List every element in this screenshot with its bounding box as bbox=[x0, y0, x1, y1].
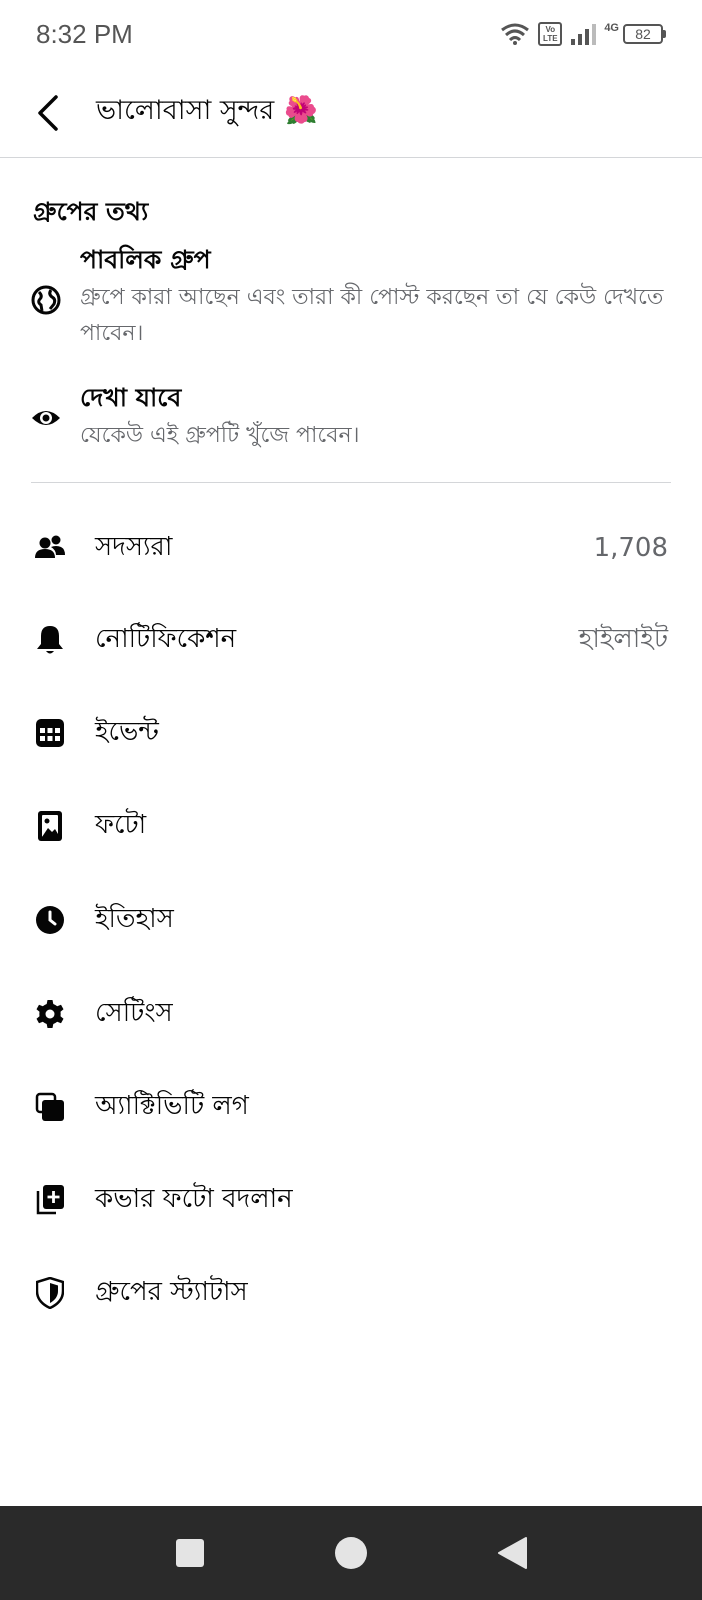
volte-icon: Vo LTE bbox=[538, 22, 563, 46]
menu-label-history: ইতিহাস bbox=[95, 904, 174, 934]
privacy-title: পাবলিক গ্রুপ bbox=[80, 245, 211, 274]
menu-label-photos: ফটো bbox=[95, 810, 147, 840]
square-icon bbox=[176, 1539, 205, 1567]
calendar-icon bbox=[34, 717, 66, 749]
signal-icon bbox=[571, 24, 597, 45]
system-back-button[interactable] bbox=[482, 1523, 542, 1583]
menu-item-change-cover-photo[interactable]: কভার ফটো বদলান bbox=[0, 1160, 702, 1240]
visibility-info: দেখা যাবে যেকেউ এই গ্রুপটি খুঁজে পাবেন। bbox=[0, 378, 702, 458]
status-icons: Vo LTE 4G 82 bbox=[500, 22, 666, 46]
clock-icon bbox=[34, 904, 66, 936]
network-type: 4G bbox=[604, 22, 619, 34]
menu-item-members[interactable]: সদস্যরা 1,708 bbox=[0, 508, 702, 588]
status-bar: 8:32 PM Vo LTE 4G 82 bbox=[0, 0, 702, 68]
notifications-setting: হাইলাইট bbox=[578, 624, 668, 654]
page-title: ভালোবাসা সুন্দর 🌺 bbox=[96, 95, 318, 126]
hibiscus-icon: 🌺 bbox=[284, 95, 318, 126]
privacy-info: পাবলিক গ্রুপ গ্রুপে কারা আছেন এবং তারা ক… bbox=[0, 240, 702, 350]
members-icon bbox=[34, 532, 66, 564]
menu-item-group-status[interactable]: গ্রুপের স্ট্যাটাস bbox=[0, 1253, 702, 1333]
circle-icon bbox=[334, 1537, 367, 1569]
divider bbox=[31, 482, 671, 483]
menu-label-activity-log: অ্যাক্টিভিটি লগ bbox=[95, 1091, 249, 1121]
wifi-icon bbox=[501, 23, 530, 45]
shield-icon bbox=[34, 1277, 66, 1309]
section-title-group-info: গ্রুপের তথ্য bbox=[33, 197, 149, 226]
visibility-title: দেখা যাবে bbox=[80, 383, 182, 412]
menu-item-activity-log[interactable]: অ্যাক্টিভিটি লগ bbox=[0, 1067, 702, 1147]
menu-item-photos[interactable]: ফটো bbox=[0, 786, 702, 866]
chevron-left-icon bbox=[38, 94, 58, 131]
bell-icon bbox=[34, 624, 66, 656]
eye-icon bbox=[32, 411, 60, 425]
recents-button[interactable] bbox=[160, 1523, 220, 1583]
menu-label-group-status: গ্রুপের স্ট্যাটাস bbox=[95, 1277, 248, 1307]
menu-label-events: ইভেন্ট bbox=[95, 717, 159, 747]
menu-label-members: সদস্যরা bbox=[95, 532, 173, 562]
app-header: ভালোবাসা সুন্দর 🌺 bbox=[0, 68, 702, 158]
activity-log-icon bbox=[34, 1091, 66, 1123]
members-count: 1,708 bbox=[593, 533, 668, 563]
menu-item-history[interactable]: ইতিহাস bbox=[0, 880, 702, 960]
globe-icon bbox=[31, 285, 61, 315]
system-nav-bar bbox=[0, 1506, 702, 1600]
menu-item-settings[interactable]: সেটিংস bbox=[0, 974, 702, 1054]
menu-item-events[interactable]: ইভেন্ট bbox=[0, 693, 702, 773]
photo-icon bbox=[34, 810, 66, 842]
privacy-description: গ্রুপে কারা আছেন এবং তারা কী পোস্ট করছেন… bbox=[80, 285, 664, 346]
menu-item-notifications[interactable]: নোটিফিকেশন হাইলাইট bbox=[0, 600, 702, 680]
status-time: 8:32 PM bbox=[36, 18, 133, 49]
battery-icon: 82 bbox=[623, 24, 666, 44]
triangle-back-icon bbox=[497, 1537, 527, 1569]
menu-label-settings: সেটিংস bbox=[95, 998, 173, 1028]
visibility-description: যেকেউ এই গ্রুপটি খুঁজে পাবেন। bbox=[80, 423, 360, 448]
home-button[interactable] bbox=[321, 1523, 381, 1583]
back-button[interactable] bbox=[0, 68, 96, 158]
add-photo-icon bbox=[34, 1184, 66, 1216]
gear-icon bbox=[34, 998, 66, 1030]
menu-label-notifications: নোটিফিকেশন bbox=[95, 624, 237, 654]
menu-label-change-cover-photo: কভার ফটো বদলান bbox=[95, 1184, 293, 1214]
